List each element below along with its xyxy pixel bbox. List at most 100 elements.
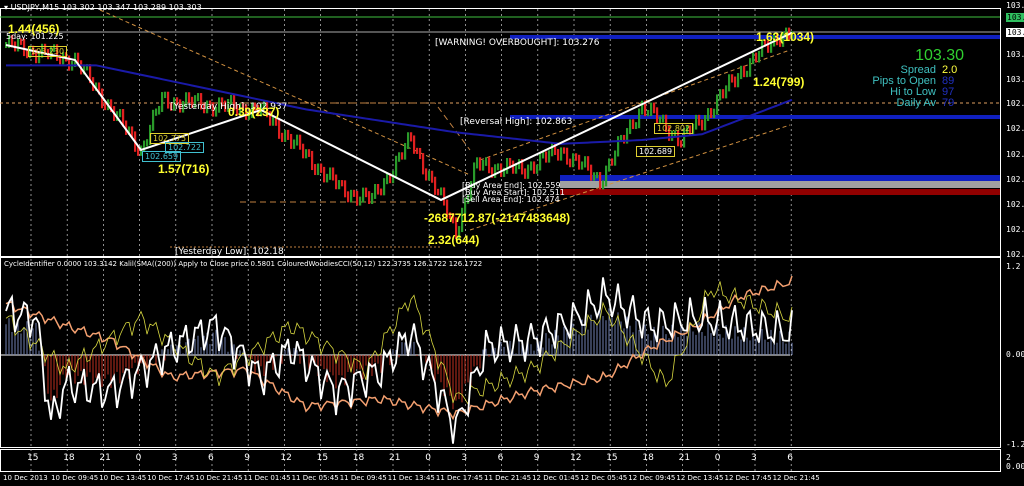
osc-tick: 1.2 [1006,262,1021,271]
date-tick: 11 Dec 09:45 [339,474,387,482]
hour-tick: 3 [461,453,468,463]
candle [524,168,527,179]
fib-label: 1.57(716) [158,162,210,176]
candle [428,170,431,181]
candle [299,134,302,150]
candle [353,189,356,197]
candle [746,70,749,78]
candle [479,157,482,171]
candle [374,183,377,199]
candle [512,160,515,174]
price-chart[interactable] [0,0,1024,486]
price-tick: 102.150 [1006,250,1024,259]
candle [758,50,761,63]
candle [431,170,434,183]
candle [551,142,554,157]
candle [314,164,317,176]
candle [161,92,164,112]
candle [329,167,332,180]
hour-tick: 3 [751,453,757,463]
candle [698,114,701,126]
hour-tick: 15 [316,453,329,463]
hour-tick: 21 [99,453,111,463]
candle [440,187,443,196]
hour-tick: 0 [425,453,431,463]
price-tick: 102.540 [1006,175,1024,184]
candle [707,108,710,122]
candle [593,172,596,181]
fib-label: 2.32(644) [428,233,480,247]
candle [197,93,200,102]
candle [398,152,401,162]
hour-tick: 6 [208,453,214,463]
candle [623,134,626,144]
area-band [560,181,1000,188]
price-box: 102.802 [654,123,694,134]
candle [572,153,575,168]
price-tick: 102.280 [1006,225,1024,234]
price-tick: 103.060 [1006,75,1024,84]
candle [317,163,320,176]
candle [365,187,368,198]
candle [419,147,422,160]
candle [647,109,650,117]
fib-label: 1.63(1034) [756,30,815,44]
sell-area-zone [560,189,1000,195]
daily-av-row: Daily Av 79 [896,97,964,109]
price-tick: 103.185 [1006,50,1024,59]
candle [368,191,371,204]
candle [581,161,584,170]
fib-label: 0.39(237) [228,105,280,119]
candle [662,114,665,123]
quote: 103.302 103.347 103.289 103.303 [61,3,202,12]
candle [119,109,122,118]
candle [437,188,440,196]
candle [302,143,305,159]
hour-tick: 0 [714,453,721,463]
candle [359,196,362,206]
candle [608,158,611,172]
candle [650,102,653,116]
candle [320,163,323,173]
candle [755,52,758,63]
price-tick: 102.410 [1006,200,1024,209]
candle [305,149,308,159]
candle [395,155,398,177]
date-tick: 11 Dec 21:45 [484,474,532,482]
date-tick: 11 Dec 05:45 [291,474,339,482]
reversal-high-label: [Reversal High]: 102.863 [460,117,573,127]
candle [536,164,539,174]
candle [371,192,374,204]
candle [158,105,161,115]
date-tick: 11 Dec 13:45 [387,474,435,482]
hour-tick: 18 [352,453,365,463]
candle [386,173,389,185]
candle [629,119,632,135]
fib-label: 1.24(799) [753,75,805,89]
candle [539,152,542,171]
candle [338,180,341,190]
candle [638,108,641,129]
candle [404,143,407,160]
candle [377,183,380,195]
candle [356,190,359,206]
candle [380,188,383,196]
indicator-header: CycleIdentifier 0.0000 103.3142 Kalil(SM… [4,260,483,268]
yesterday-low-label: [Yesterday Low]: 102.18 [175,247,284,257]
price-tick: 102.670 [1006,150,1024,159]
hour-tick: 12 [570,453,582,463]
date-tick: 12 Dec 01:45 [532,474,580,482]
candle [587,156,590,171]
candle [533,161,536,174]
candle [485,157,488,166]
buy-area-zone [560,175,1000,181]
candle [155,108,158,116]
reversal-high-zone [510,115,1000,119]
candle [497,163,500,171]
fib-label: -2687712.87(-2147483648) [424,211,571,225]
candle [152,109,155,131]
hour-tick: 18 [642,453,654,463]
date-tick: 10 Dec 17:45 [147,474,195,482]
candle [383,178,386,196]
candle [362,187,365,203]
